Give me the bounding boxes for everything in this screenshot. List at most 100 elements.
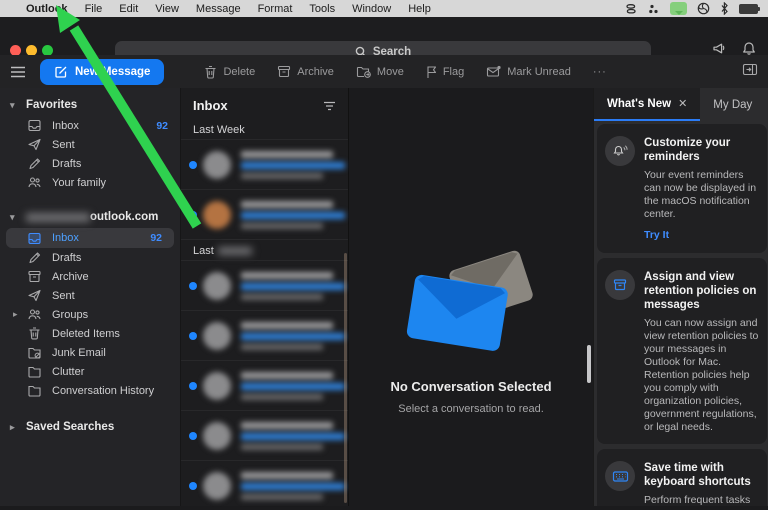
section-label: Last Week xyxy=(181,119,348,139)
pane-scrollbar[interactable] xyxy=(587,345,591,383)
archive-icon xyxy=(277,65,291,78)
app-toolbar: New Message Delete Archive Move Flag Mar… xyxy=(0,55,768,89)
list-item[interactable] xyxy=(181,260,348,310)
sidebar-item-favorites-sent[interactable]: Sent xyxy=(0,135,180,154)
whats-new-card-retention[interactable]: Assign and view retention policies on me… xyxy=(597,258,767,444)
menu-view[interactable]: View xyxy=(155,3,179,15)
move-button[interactable]: Move xyxy=(356,65,404,78)
saved-searches-header[interactable]: ▸ Saved Searches xyxy=(0,416,180,438)
redacted-message-preview xyxy=(241,272,345,300)
dots-status-icon[interactable] xyxy=(648,2,660,16)
account-name: outlook.com xyxy=(26,211,158,223)
message-list: Inbox Last Week Last xyxy=(180,88,349,506)
chevron-down-icon: ▾ xyxy=(10,212,18,223)
list-item[interactable] xyxy=(181,189,348,239)
announcements-icon[interactable] xyxy=(712,41,728,56)
sidebar-item-favorites-drafts[interactable]: Drafts xyxy=(0,154,180,173)
keyboard-icon xyxy=(605,461,635,491)
mark-unread-button[interactable]: Mark Unread xyxy=(486,65,571,78)
folder-icon xyxy=(27,383,42,398)
notifications-bell-icon[interactable] xyxy=(742,41,756,56)
unread-count-badge: 92 xyxy=(156,120,168,132)
sidebar-item-archive[interactable]: Archive xyxy=(0,267,180,286)
sent-icon xyxy=(27,288,42,303)
redacted-message-preview xyxy=(241,201,345,229)
sidebar-item-deleted-items[interactable]: Deleted Items xyxy=(0,324,180,343)
unread-count-badge: 92 xyxy=(150,232,162,244)
redacted-message-preview xyxy=(241,322,345,350)
hamburger-menu-icon[interactable] xyxy=(10,66,26,78)
unread-dot xyxy=(189,382,197,390)
archive-icon xyxy=(27,269,42,284)
green-app-status-icon[interactable] xyxy=(670,2,687,16)
close-tab-icon[interactable]: ✕ xyxy=(678,97,687,110)
drafts-icon xyxy=(27,250,42,265)
sidebar-item-clutter[interactable]: Clutter xyxy=(0,362,180,381)
unread-dot xyxy=(189,161,197,169)
whats-new-panel: What's New ✕ My Day Customize your remin… xyxy=(593,88,768,506)
list-item[interactable] xyxy=(181,139,348,189)
flag-button[interactable]: Flag xyxy=(426,65,464,79)
more-actions-button[interactable]: ··· xyxy=(593,66,607,78)
chevron-right-icon: ▸ xyxy=(13,309,23,320)
avatar xyxy=(203,201,231,229)
favorites-section-header[interactable]: ▾ Favorites xyxy=(0,94,180,116)
menu-edit[interactable]: Edit xyxy=(119,3,138,15)
list-item[interactable] xyxy=(181,410,348,460)
tab-my-day[interactable]: My Day xyxy=(700,88,765,121)
sidebar-item-groups[interactable]: ▸ Groups xyxy=(0,305,180,324)
bluetooth-status-icon[interactable] xyxy=(720,2,729,16)
chevron-right-icon: ▸ xyxy=(10,422,18,433)
empty-state-title: No Conversation Selected xyxy=(390,379,551,394)
tab-whats-new[interactable]: What's New ✕ xyxy=(594,88,700,121)
sidebar-item-favorites-inbox[interactable]: Inbox 92 xyxy=(0,116,180,135)
drafts-icon xyxy=(27,156,42,171)
list-item[interactable] xyxy=(181,360,348,410)
envelopes-illustration xyxy=(396,243,546,353)
list-title: Inbox xyxy=(193,98,228,113)
fan-status-icon[interactable] xyxy=(697,2,710,16)
sidebar-item-drafts[interactable]: Drafts xyxy=(0,248,180,267)
battery-status-icon[interactable] xyxy=(739,2,758,16)
section-label: Last xyxy=(181,239,348,260)
layers-status-icon[interactable] xyxy=(624,2,638,16)
unread-dot xyxy=(189,432,197,440)
whats-new-card-reminders[interactable]: Customize your reminders Your event remi… xyxy=(597,124,767,253)
menu-file[interactable]: File xyxy=(85,3,103,15)
redacted-message-preview xyxy=(241,422,345,450)
unread-envelope-icon xyxy=(486,65,501,78)
menu-help[interactable]: Help xyxy=(408,3,431,15)
sidebar-item-junk-email[interactable]: Junk Email xyxy=(0,343,180,362)
sidebar-item-inbox-selected[interactable]: Inbox 92 xyxy=(6,228,174,248)
redacted-message-preview xyxy=(241,372,345,400)
menu-message[interactable]: Message xyxy=(196,3,241,15)
redacted-message-preview xyxy=(241,472,345,500)
macos-menu-bar: Outlook File Edit View Message Format To… xyxy=(0,0,768,17)
menu-format[interactable]: Format xyxy=(258,3,293,15)
menu-tools[interactable]: Tools xyxy=(309,3,335,15)
list-item[interactable] xyxy=(181,460,348,510)
avatar xyxy=(203,422,231,450)
filter-icon[interactable] xyxy=(323,101,336,111)
list-item[interactable] xyxy=(181,310,348,360)
sidebar-item-sent[interactable]: Sent xyxy=(0,286,180,305)
redacted-section-label xyxy=(218,247,252,255)
menu-window[interactable]: Window xyxy=(352,3,391,15)
try-it-link[interactable]: Try It xyxy=(644,229,669,241)
inbox-icon xyxy=(27,118,42,133)
folder-sidebar: ▾ Favorites Inbox 92 Sent Drafts Your fa… xyxy=(0,88,180,506)
sidebar-item-your-family[interactable]: Your family xyxy=(0,173,180,192)
delete-button[interactable]: Delete xyxy=(204,65,255,79)
archive-button[interactable]: Archive xyxy=(277,65,334,78)
toggle-side-panel-icon[interactable] xyxy=(742,63,758,76)
unread-dot xyxy=(189,211,197,219)
new-message-button[interactable]: New Message xyxy=(40,59,164,85)
compose-icon xyxy=(54,65,68,79)
account-section-header[interactable]: ▾ outlook.com xyxy=(0,206,180,228)
sidebar-item-conversation-history[interactable]: Conversation History xyxy=(0,381,180,400)
list-scrollbar[interactable] xyxy=(344,253,347,503)
menu-outlook[interactable]: Outlook xyxy=(26,3,68,15)
reading-pane: No Conversation Selected Select a conver… xyxy=(349,88,593,506)
window-title-bar: Search xyxy=(0,17,768,56)
whats-new-card-shortcuts[interactable]: Save time with keyboard shortcuts Perfor… xyxy=(597,449,767,506)
